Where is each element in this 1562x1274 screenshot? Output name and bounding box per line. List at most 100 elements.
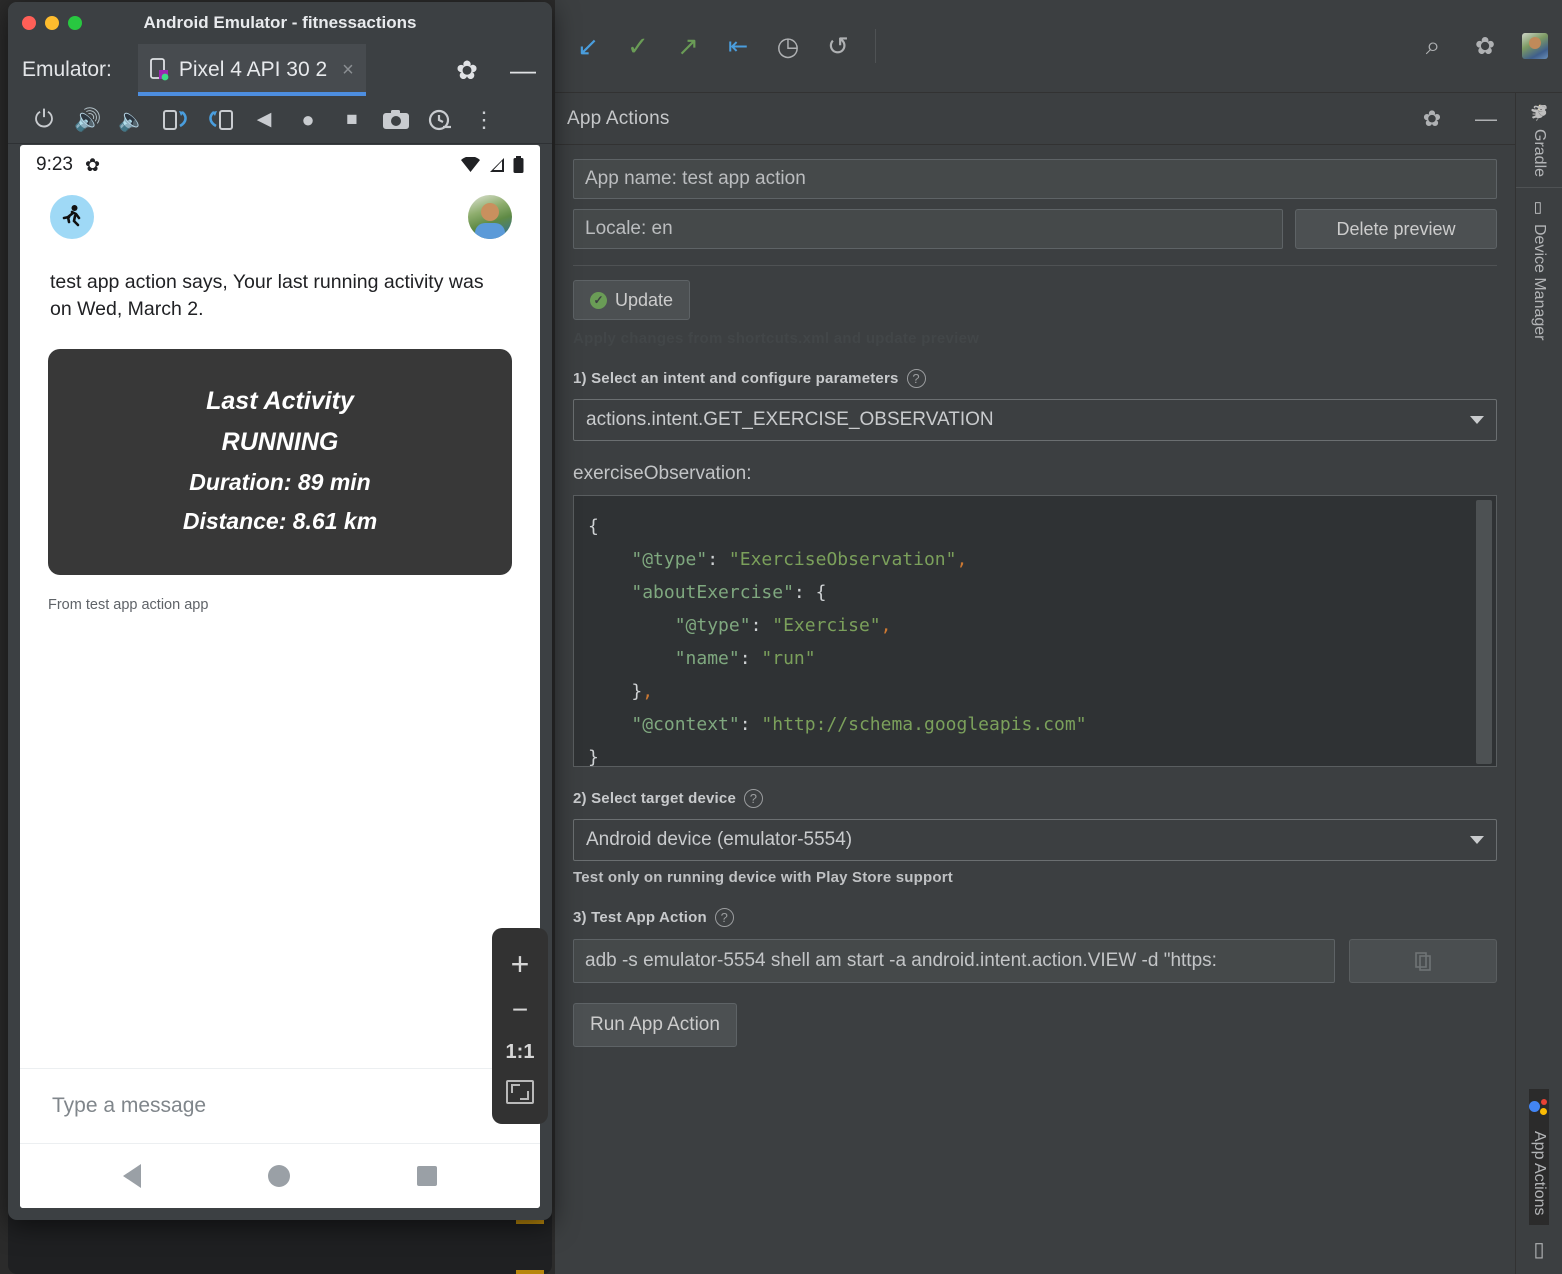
ide-window: ↙ ✓ ↗ ⇤ ◷ ↺ ⌕ ✿ App Actions ✿ — [555,0,1562,1274]
last-activity-card: Last Activity RUNNING Duration: 89 min D… [48,349,512,575]
sidebar-item-device-manager[interactable]: ▭ Device Manager [1530,188,1548,351]
emulator-screen: 9:23 ✿ [20,145,540,1208]
tool-window-strip: 🐘 Gradle ▭ Device Manager App Actions ▯ [1515,93,1562,1274]
actual-size-button[interactable]: 1:1 [506,1041,535,1064]
update-check-icon: ✓ [590,292,607,309]
sidebar-item-gradle[interactable]: 🐘 Gradle [1530,93,1548,187]
adb-command-field[interactable]: adb -s emulator-5554 shell am start -a a… [573,939,1335,983]
code-scrollbar[interactable] [1476,500,1492,764]
target-device-value: Android device (emulator-5554) [586,829,852,851]
assistant-message: test app action says, Your last running … [20,239,540,323]
message-input-placeholder: Type a message [52,1094,206,1118]
run-app-action-button[interactable]: Run App Action [573,1003,737,1047]
sidebar-item-device-manager-label: Device Manager [1530,224,1548,341]
android-recents-button[interactable] [417,1166,437,1186]
parameter-json-code: { "@type": "ExerciseObservation", "about… [574,496,1496,767]
settings-gear-icon: ✿ [85,155,100,176]
google-assistant-icon [1529,1099,1549,1119]
step-over-icon[interactable]: ⇤ [723,31,753,61]
sidebar-item-gradle-label: Gradle [1530,129,1548,177]
rotate-right-button[interactable] [198,100,242,140]
step-2-help-icon[interactable]: ? [744,789,763,808]
search-icon[interactable]: ⌕ [1418,31,1448,61]
close-window-button[interactable] [22,16,36,30]
fit-to-window-button[interactable] [506,1080,534,1104]
step-into-icon[interactable]: ↙ [573,31,603,61]
panel-minimize-icon[interactable]: — [1471,104,1501,134]
back-button[interactable]: ◀ [242,100,286,140]
intent-select[interactable]: actions.intent.GET_EXERCISE_OBSERVATION [573,399,1497,441]
revert-icon[interactable]: ↺ [823,31,853,61]
zoom-out-button[interactable]: − [512,996,528,1024]
update-button-label: Update [615,290,673,311]
panel-settings-gear-icon[interactable]: ✿ [1417,104,1447,134]
emulator-toolbar: ⏻ 🔊 🔈 ◀ ● ■ [8,96,552,144]
toolbar-divider [875,29,876,63]
locale-field[interactable]: Locale: en [573,209,1283,249]
restore-button[interactable] [418,100,462,140]
wifi-icon [460,157,481,173]
ide-toolbar: ↙ ✓ ↗ ⇤ ◷ ↺ ⌕ ✿ [555,0,1562,93]
card-duration: Duration: 89 min [48,469,512,496]
app-actions-panel-header: App Actions ✿ — [555,93,1515,145]
android-home-button[interactable] [268,1165,290,1187]
minimize-window-button[interactable] [45,16,59,30]
overview-button[interactable]: ■ [330,100,374,140]
app-name-field[interactable]: App name: test app action [573,159,1497,199]
emulator-tabbar: Emulator: Pixel 4 API 30 2 × ✿ — [8,44,552,96]
parameter-json-editor[interactable]: { "@type": "ExerciseObservation", "about… [573,495,1497,767]
copy-icon[interactable] [1349,939,1497,983]
maximize-window-button[interactable] [68,16,82,30]
android-status-bar: 9:23 ✿ [20,145,540,185]
settings-gear-icon[interactable]: ✿ [1470,31,1500,61]
update-button[interactable]: ✓ Update [573,280,690,320]
account-avatar[interactable] [1522,33,1548,59]
message-composer[interactable]: Type a message [20,1068,540,1144]
android-back-button[interactable] [123,1164,141,1188]
emulator-label: Emulator: [22,58,112,82]
device-phone-icon[interactable]: ▯ [1533,1237,1544,1262]
power-button[interactable]: ⏻ [22,100,66,140]
step-out-icon[interactable]: ↗ [673,31,703,61]
emulator-tab-pixel4[interactable]: Pixel 4 API 30 2 × [138,44,366,96]
step-1-text: 1) Select an intent and configure parame… [573,370,899,387]
android-navigation-bar [20,1144,540,1208]
signal-icon [488,157,506,173]
rotate-left-button[interactable] [154,100,198,140]
step-3-text: 3) Test App Action [573,909,707,926]
editor-marker [516,1270,544,1274]
step-3-help-icon[interactable]: ? [715,908,734,927]
close-icon[interactable]: × [342,59,354,82]
panel-title: App Actions [567,108,670,130]
volume-down-button[interactable]: 🔈 [110,100,154,140]
delete-preview-button[interactable]: Delete preview [1295,209,1497,249]
target-device-select[interactable]: Android device (emulator-5554) [573,819,1497,861]
active-tab-indicator [138,92,366,96]
emulator-window-title: Android Emulator - fitnessactions [144,13,417,33]
zoom-in-button[interactable]: + [511,948,530,980]
emulator-zoom-controls: + − 1:1 [492,928,548,1124]
running-person-icon [50,195,94,239]
device-icon [150,58,170,82]
more-options-button[interactable]: ⋮ [462,100,506,140]
target-device-hint: Test only on running device with Play St… [573,869,1497,886]
emulator-tab-settings-icon[interactable]: ✿ [452,55,482,85]
home-button[interactable]: ● [286,100,330,140]
clock-icon[interactable]: ◷ [773,31,803,61]
card-activity-type: RUNNING [48,428,512,457]
intent-select-value: actions.intent.GET_EXERCISE_OBSERVATION [586,409,994,431]
screenshot-button[interactable] [374,100,418,140]
step-2-text: 2) Select target device [573,790,736,807]
volume-up-button[interactable]: 🔊 [66,100,110,140]
step-1-help-icon[interactable]: ? [907,369,926,388]
gradle-elephant-icon: 🐘 [1530,103,1548,121]
chevron-down-icon [1470,416,1484,424]
emulator-tab-minimize-icon[interactable]: — [508,55,538,85]
window-traffic-lights [22,16,82,30]
update-hint-text: Apply changes from shortcuts.xml and upd… [573,330,1497,347]
card-distance: Distance: 8.61 km [48,508,512,535]
emulator-tab-label: Pixel 4 API 30 2 [179,58,327,82]
sidebar-item-app-actions[interactable]: App Actions [1529,1089,1549,1226]
check-icon[interactable]: ✓ [623,31,653,61]
user-avatar[interactable] [468,195,512,239]
